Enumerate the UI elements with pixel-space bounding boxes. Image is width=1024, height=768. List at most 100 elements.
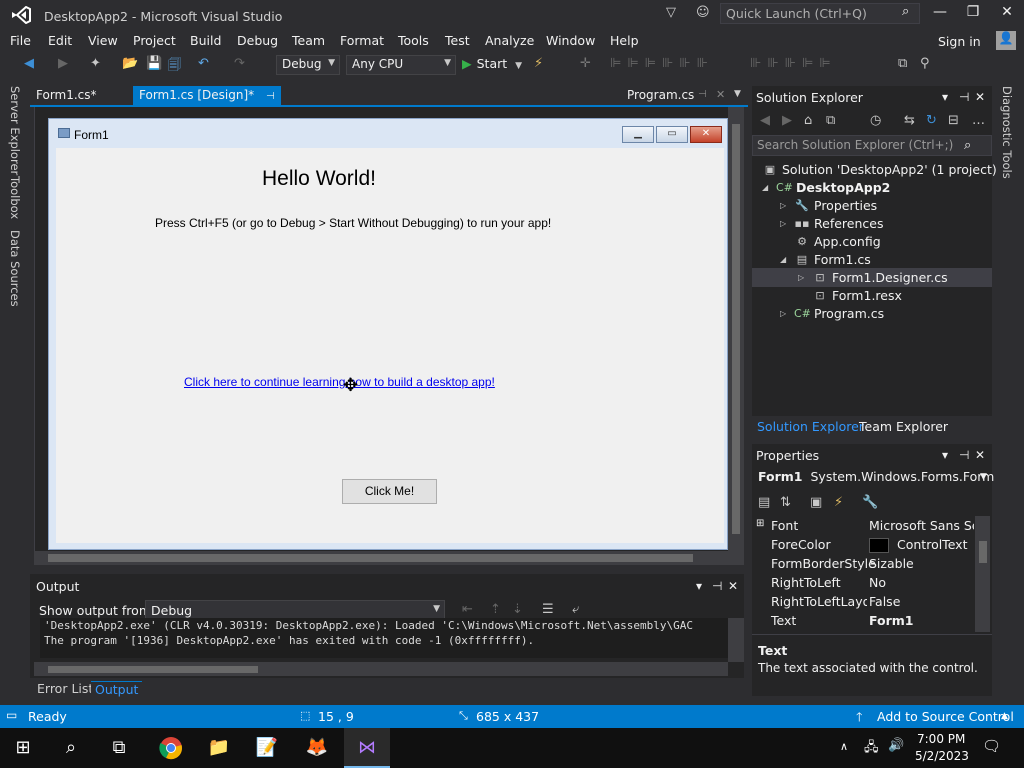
back-icon[interactable]: ◀: [760, 113, 770, 128]
navigate-forward-icon[interactable]: ▶: [58, 56, 68, 71]
more-icon[interactable]: …: [972, 113, 985, 128]
tab-output[interactable]: Output: [91, 681, 143, 699]
output-source-dropdown[interactable]: Debug ▼: [145, 600, 445, 620]
collapsed-icon[interactable]: ▷: [780, 201, 794, 210]
home-icon[interactable]: ⌂: [804, 113, 812, 128]
collapse-all-icon[interactable]: ⊟: [948, 113, 959, 128]
close-icon[interactable]: ✕: [975, 90, 985, 104]
menu-window[interactable]: Window: [546, 33, 595, 48]
learn-more-link[interactable]: Click here to continue learning how to b…: [184, 375, 495, 389]
volume-icon[interactable]: 🔊: [888, 738, 904, 753]
chevron-up-icon[interactable]: ∧: [840, 740, 848, 753]
events-icon[interactable]: ⚡: [834, 495, 843, 510]
tree-item-solution[interactable]: ▣ Solution 'DesktopApp2' (1 project): [762, 160, 997, 178]
server-explorer-tab[interactable]: Server Explorer: [8, 86, 22, 175]
properties-view-icon[interactable]: ▣: [810, 495, 822, 510]
forward-icon[interactable]: ▶: [782, 113, 792, 128]
quick-launch-input[interactable]: Quick Launch (Ctrl+Q): [720, 3, 920, 24]
spacing-tools-icon[interactable]: ⊪⊪⊪⊫⊫: [750, 56, 837, 71]
property-value[interactable]: False: [869, 594, 974, 609]
chevron-down-icon[interactable]: ▼: [980, 472, 987, 482]
feedback-icon[interactable]: ☺: [696, 5, 710, 20]
pin-icon[interactable]: ⊣: [266, 91, 275, 102]
chevron-down-icon[interactable]: ▾: [696, 579, 702, 593]
menu-project[interactable]: Project: [133, 33, 176, 48]
file-explorer-icon[interactable]: 📁: [196, 728, 242, 768]
minimize-button[interactable]: —: [925, 4, 955, 26]
add-to-source-control-button[interactable]: Add to Source Control: [877, 709, 1014, 724]
tree-item-form1-designer[interactable]: ▷ ⊡ Form1.Designer.cs: [798, 268, 948, 286]
layout-align-icon[interactable]: ✛: [580, 56, 591, 71]
instruction-label[interactable]: Press Ctrl+F5 (or go to Debug > Start Wi…: [155, 216, 551, 230]
output-horizontal-scroll-thumb[interactable]: [48, 666, 258, 673]
collapsed-icon[interactable]: ▷: [780, 219, 794, 228]
tree-item-form1-cs[interactable]: ◢ ▤ Form1.cs: [780, 250, 871, 268]
designer-horizontal-scroll-thumb[interactable]: [48, 554, 693, 562]
tree-item-properties[interactable]: ▷ 🔧 Properties: [780, 196, 877, 214]
hello-label[interactable]: Hello World!: [262, 167, 376, 191]
form-minimize-button[interactable]: ▁: [622, 126, 654, 143]
diagnostic-tools-tab[interactable]: Diagnostic Tools: [1000, 86, 1014, 179]
pending-changes-icon[interactable]: ◷: [870, 113, 881, 128]
property-object-selector[interactable]: Form1 System.Windows.Forms.Form: [758, 469, 994, 484]
alphabetical-icon[interactable]: ⇅: [780, 495, 791, 510]
visual-studio-taskbar-icon[interactable]: ⋈: [344, 728, 390, 768]
menu-team[interactable]: Team: [292, 33, 325, 48]
data-sources-tab[interactable]: Data Sources: [8, 230, 22, 307]
switch-views-icon[interactable]: ⧉: [826, 113, 835, 128]
property-row-righttoleft[interactable]: RightToLeft No: [752, 573, 974, 592]
property-value[interactable]: No: [869, 575, 974, 590]
solution-search-input[interactable]: Search Solution Explorer (Ctrl+;): [752, 135, 992, 156]
configuration-dropdown[interactable]: Debug ▼: [276, 55, 340, 75]
output-vertical-scrollbar[interactable]: [728, 618, 744, 662]
undo-icon[interactable]: ↶: [198, 56, 209, 71]
navigate-back-icon[interactable]: ◀: [24, 56, 34, 71]
collapsed-icon[interactable]: ▷: [798, 273, 812, 282]
search-icon[interactable]: ⌕: [964, 138, 971, 153]
categorized-icon[interactable]: ▤: [758, 495, 770, 510]
save-icon[interactable]: 💾: [146, 56, 162, 71]
notifications-icon[interactable]: 🗨: [982, 737, 1001, 755]
account-avatar-icon[interactable]: 👤: [996, 31, 1016, 50]
chevron-down-icon[interactable]: ▾: [942, 448, 948, 462]
next-message-icon[interactable]: ⇣: [512, 602, 523, 617]
properties-scroll-thumb[interactable]: [979, 541, 987, 563]
menu-edit[interactable]: Edit: [48, 33, 72, 48]
word-wrap-icon[interactable]: ⤶: [572, 602, 579, 617]
property-row-font[interactable]: ⊞ Font Microsoft Sans Serif: [752, 516, 974, 535]
previous-message-icon[interactable]: ⇡: [490, 602, 501, 617]
start-debugging-button[interactable]: ▶ Start ▼: [462, 56, 522, 71]
designer-vertical-scroll-thumb[interactable]: [732, 124, 740, 534]
close-icon[interactable]: ✕: [728, 579, 738, 593]
chevron-up-icon[interactable]: ▲: [1001, 711, 1008, 721]
clock-time[interactable]: 7:00 PM: [917, 732, 965, 746]
chevron-down-icon[interactable]: ▾: [942, 90, 948, 104]
pin-icon[interactable]: ⊣: [959, 448, 969, 462]
tab-team-explorer[interactable]: Team Explorer: [855, 418, 952, 435]
tree-item-project[interactable]: ◢ C# DesktopApp2: [762, 178, 890, 196]
menu-help[interactable]: Help: [610, 33, 639, 48]
menu-file[interactable]: File: [10, 33, 31, 48]
property-value[interactable]: Form1: [869, 613, 974, 628]
clear-all-icon[interactable]: ☰: [542, 602, 554, 617]
expanded-icon[interactable]: ◢: [780, 255, 794, 264]
property-value[interactable]: ControlText: [869, 537, 974, 553]
save-all-icon[interactable]: 🗐: [168, 56, 181, 78]
task-view-icon[interactable]: ⧉: [96, 728, 142, 768]
tree-item-app-config[interactable]: ⚙ App.config: [794, 232, 881, 250]
find-message-icon[interactable]: ⇤: [462, 602, 473, 617]
sign-in-link[interactable]: Sign in: [938, 34, 981, 49]
properties-scrollbar[interactable]: [975, 516, 990, 632]
tab-order-icon[interactable]: ⧉: [898, 56, 907, 71]
menu-tools[interactable]: Tools: [398, 33, 429, 48]
open-file-icon[interactable]: 📂: [122, 56, 138, 71]
tab-program-cs[interactable]: Program.cs: [621, 86, 700, 105]
sync-icon[interactable]: ⇆: [904, 113, 915, 128]
firefox-icon[interactable]: 🦊: [294, 728, 340, 768]
search-icon[interactable]: ⌕: [48, 728, 94, 768]
close-icon[interactable]: ✕: [975, 448, 985, 462]
pin-icon[interactable]: ⊣: [959, 90, 969, 104]
property-pages-icon[interactable]: 🔧: [862, 495, 878, 510]
refresh-icon[interactable]: ↻: [926, 113, 937, 128]
property-value[interactable]: Sizable: [869, 556, 974, 571]
